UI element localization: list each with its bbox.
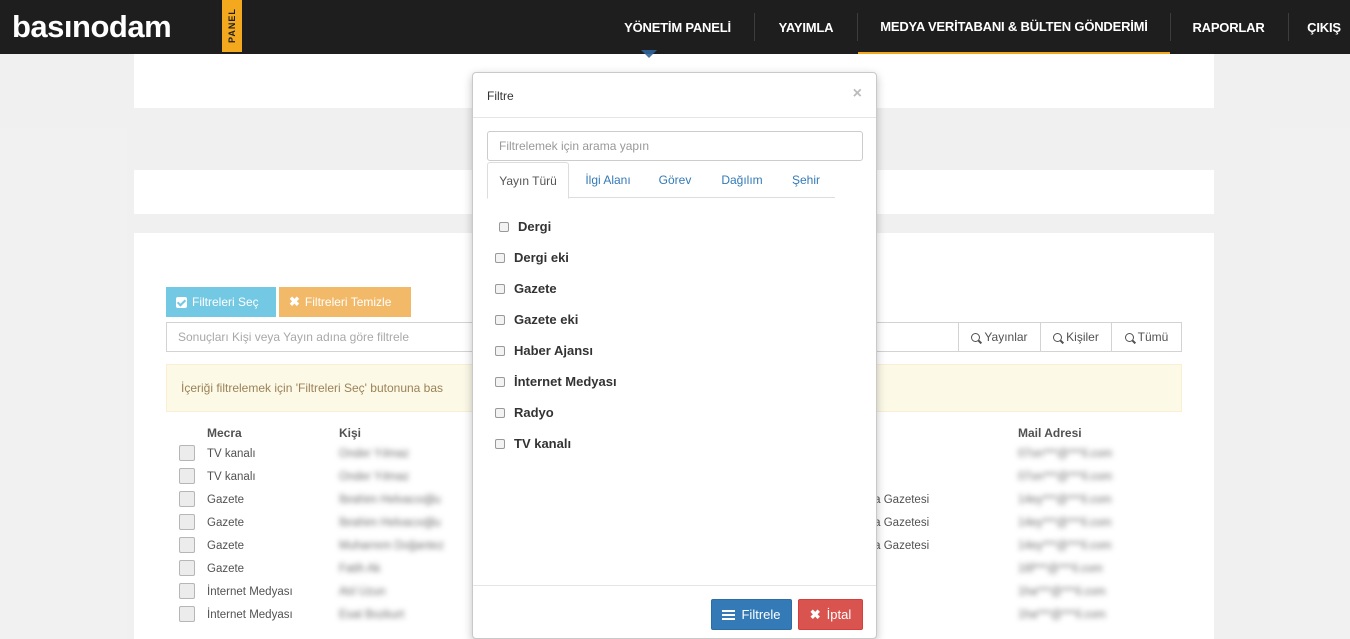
modal-header: Filtre × bbox=[473, 73, 876, 118]
close-icon: ✖ bbox=[809, 606, 821, 622]
tab-distribution[interactable]: Dağılım bbox=[711, 162, 773, 198]
filter-option[interactable]: Gazete eki bbox=[495, 312, 578, 327]
option-label: İnternet Medyası bbox=[514, 374, 617, 389]
filter-option[interactable]: Gazete bbox=[495, 281, 557, 296]
nav-divider bbox=[754, 13, 755, 41]
top-navbar: basınodam PANEL YÖNETİM PANELİ YAYIMLA M… bbox=[0, 0, 1350, 54]
option-label: Gazete eki bbox=[514, 312, 579, 327]
filter-option[interactable]: Dergi eki bbox=[495, 250, 569, 265]
option-checkbox[interactable] bbox=[495, 283, 505, 294]
list-icon bbox=[722, 609, 736, 620]
filter-option[interactable]: Dergi bbox=[499, 219, 551, 234]
tab-city[interactable]: Şehir bbox=[783, 162, 829, 198]
option-label: TV kanalı bbox=[514, 436, 572, 451]
option-checkbox[interactable] bbox=[495, 252, 505, 263]
filter-option[interactable]: İnternet Medyası bbox=[495, 374, 617, 389]
apply-filter-button[interactable]: Filtrele bbox=[711, 599, 792, 630]
nav-divider bbox=[1288, 13, 1289, 41]
filter-search-input[interactable]: Filtrelemek için arama yapın bbox=[487, 131, 863, 161]
nav-item-dashboard[interactable]: YÖNETİM PANELİ bbox=[612, 0, 743, 54]
tab-interest-area[interactable]: İlgi Alanı bbox=[575, 162, 641, 198]
option-label: Gazete bbox=[514, 281, 557, 296]
option-checkbox[interactable] bbox=[495, 407, 505, 418]
modal-footer-divider bbox=[473, 585, 876, 586]
option-label: Radyo bbox=[514, 405, 554, 420]
cancel-button[interactable]: ✖ İptal bbox=[798, 599, 863, 630]
option-checkbox[interactable] bbox=[495, 376, 505, 387]
option-label: Dergi bbox=[518, 219, 552, 234]
nav-item-reports[interactable]: RAPORLAR bbox=[1180, 0, 1277, 54]
logo-o-glyph: o bbox=[90, 9, 109, 44]
brand-badge: PANEL bbox=[222, 0, 242, 52]
nav-item-publish[interactable]: YAYIMLA bbox=[765, 0, 847, 54]
option-checkbox[interactable] bbox=[495, 345, 505, 356]
option-checkbox[interactable] bbox=[499, 221, 509, 232]
filter-option[interactable]: Haber Ajansı bbox=[495, 343, 593, 358]
nav-item-logout[interactable]: ÇIKIŞ bbox=[1298, 0, 1350, 54]
tab-publication-type[interactable]: Yayın Türü bbox=[487, 162, 569, 199]
filter-tabs: Yayın Türü İlgi Alanı Görev Dağılım Şehi… bbox=[487, 162, 835, 199]
option-checkbox[interactable] bbox=[495, 438, 505, 449]
filter-modal: Filtre × Filtrelemek için arama yapın Ya… bbox=[472, 72, 877, 639]
close-icon[interactable]: × bbox=[853, 85, 862, 103]
option-checkbox[interactable] bbox=[495, 314, 505, 325]
option-label: Dergi eki bbox=[514, 250, 569, 265]
tab-role[interactable]: Görev bbox=[651, 162, 699, 198]
modal-title: Filtre bbox=[487, 89, 514, 103]
brand-name: basınodam bbox=[12, 9, 172, 44]
nav-divider bbox=[1170, 13, 1171, 41]
filter-option[interactable]: Radyo bbox=[495, 405, 554, 420]
filter-option[interactable]: TV kanalı bbox=[495, 436, 571, 451]
nav-item-media-database[interactable]: MEDYA VERİTABANI & BÜLTEN GÖNDERİMİ bbox=[858, 0, 1170, 54]
brand-logo[interactable]: basınodam bbox=[12, 6, 172, 48]
option-label: Haber Ajansı bbox=[514, 343, 593, 358]
